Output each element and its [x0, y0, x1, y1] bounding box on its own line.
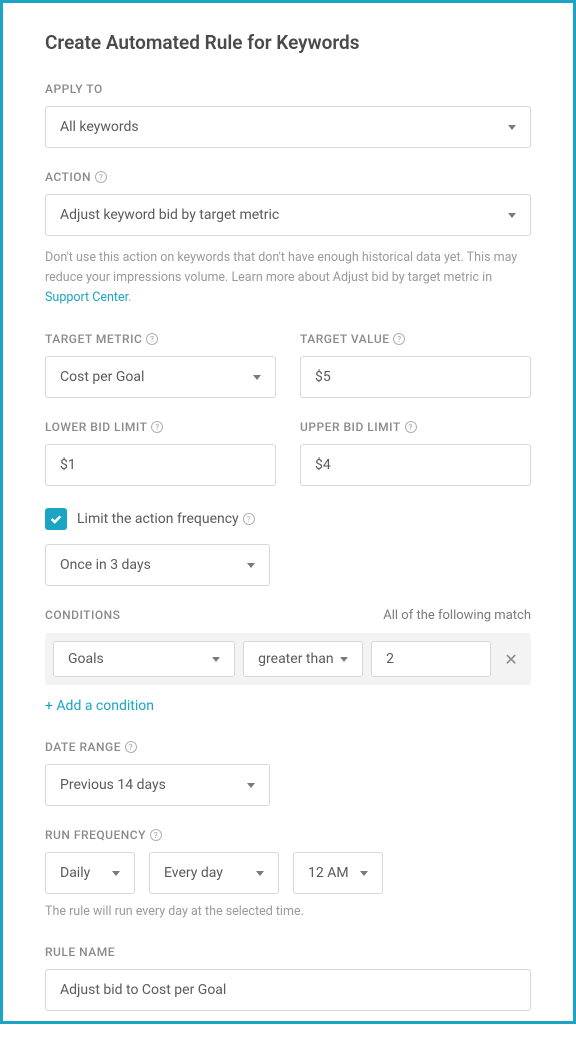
frequency-time-value: 12 AM [308, 865, 360, 881]
help-icon[interactable]: ? [150, 829, 162, 841]
action-select[interactable]: Adjust keyword bid by target metric [45, 194, 531, 236]
limit-frequency-value: Once in 3 days [60, 557, 247, 573]
upper-bid-input[interactable]: $4 [300, 444, 531, 486]
rule-name-label: RULE NAME [45, 945, 531, 959]
condition-field-select[interactable]: Goals [53, 641, 235, 677]
lower-bid-input[interactable]: $1 [45, 444, 276, 486]
date-range-value: Previous 14 days [60, 777, 247, 793]
check-icon [49, 512, 63, 526]
limit-frequency-label: Limit the action frequency ? [77, 511, 255, 527]
chevron-down-icon [212, 657, 220, 662]
apply-to-label: APPLY TO [45, 82, 531, 96]
frequency-select[interactable]: Daily [45, 852, 135, 894]
frequency-value: Daily [60, 865, 112, 881]
help-icon[interactable]: ? [243, 513, 255, 525]
target-metric-label: TARGET METRIC ? [45, 332, 276, 346]
target-value-label: TARGET VALUE ? [300, 332, 531, 346]
conditions-sublabel: All of the following match [383, 608, 531, 623]
add-condition-link[interactable]: + Add a condition [45, 698, 154, 714]
page-title: Create Automated Rule for Keywords [45, 31, 531, 54]
chevron-down-icon [256, 871, 264, 876]
action-label: ACTION ? [45, 170, 531, 184]
action-value: Adjust keyword bid by target metric [60, 207, 508, 223]
condition-field-value: Goals [68, 651, 212, 667]
target-value-value: $5 [315, 369, 516, 385]
condition-value-input[interactable]: 2 [371, 641, 491, 677]
run-frequency-label: RUN FREQUENCY ? [45, 828, 531, 842]
apply-to-select[interactable]: All keywords [45, 106, 531, 148]
rule-name-input[interactable]: Adjust bid to Cost per Goal [45, 969, 531, 1011]
chevron-down-icon [508, 213, 516, 218]
help-icon[interactable]: ? [146, 333, 158, 345]
chevron-down-icon [247, 563, 255, 568]
chevron-down-icon [360, 871, 368, 876]
target-metric-value: Cost per Goal [60, 369, 253, 385]
upper-bid-value: $4 [315, 457, 516, 473]
apply-to-value: All keywords [60, 119, 508, 135]
chevron-down-icon [112, 871, 120, 876]
condition-operator-value: greater than [258, 651, 340, 667]
conditions-label: CONDITIONS [45, 608, 120, 622]
help-icon[interactable]: ? [393, 333, 405, 345]
limit-frequency-select[interactable]: Once in 3 days [45, 544, 270, 586]
help-icon[interactable]: ? [405, 421, 417, 433]
chevron-down-icon [253, 375, 261, 380]
lower-bid-value: $1 [60, 457, 261, 473]
help-icon[interactable]: ? [125, 741, 137, 753]
upper-bid-label: UPPER BID LIMIT ? [300, 420, 531, 434]
frequency-time-select[interactable]: 12 AM [293, 852, 383, 894]
lower-bid-label: LOWER BID LIMIT ? [45, 420, 276, 434]
chevron-down-icon [508, 125, 516, 130]
date-range-label: DATE RANGE ? [45, 740, 531, 754]
frequency-day-value: Every day [164, 865, 256, 881]
action-hint: Don't use this action on keywords that d… [45, 248, 531, 308]
remove-condition-button[interactable]: ✕ [499, 647, 523, 671]
condition-value-value: 2 [386, 651, 476, 667]
condition-operator-select[interactable]: greater than [243, 641, 363, 677]
condition-row: Goals greater than 2 ✕ [45, 633, 531, 685]
target-metric-select[interactable]: Cost per Goal [45, 356, 276, 398]
help-icon[interactable]: ? [151, 421, 163, 433]
close-icon: ✕ [504, 650, 517, 669]
date-range-select[interactable]: Previous 14 days [45, 764, 270, 806]
chevron-down-icon [340, 657, 348, 662]
rule-name-value: Adjust bid to Cost per Goal [60, 982, 516, 998]
run-frequency-hint: The rule will run every day at the selec… [45, 904, 531, 919]
chevron-down-icon [247, 783, 255, 788]
frequency-day-select[interactable]: Every day [149, 852, 279, 894]
help-icon[interactable]: ? [95, 171, 107, 183]
support-center-link[interactable]: Support Center [45, 290, 128, 305]
target-value-input[interactable]: $5 [300, 356, 531, 398]
limit-frequency-checkbox[interactable] [45, 508, 67, 530]
